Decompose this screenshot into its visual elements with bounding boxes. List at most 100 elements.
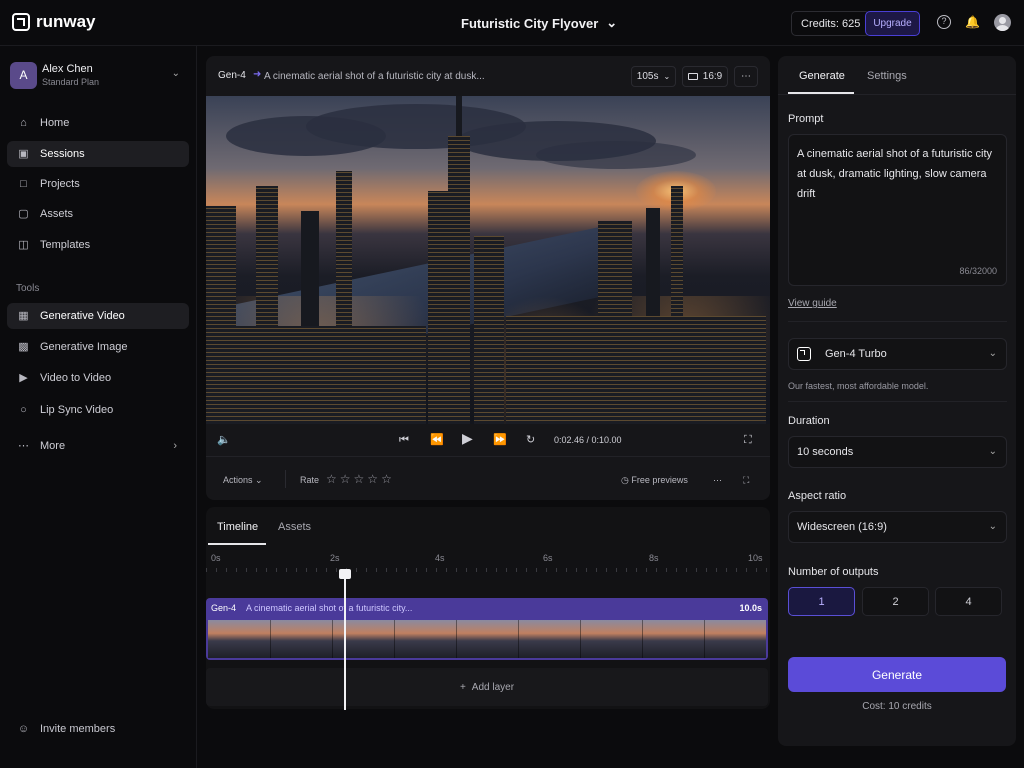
star-icon[interactable]: ☆: [326, 472, 337, 486]
prompt-label: Prompt: [788, 113, 824, 125]
output-count-1[interactable]: 1: [788, 587, 855, 616]
tab-settings[interactable]: Settings: [867, 70, 907, 82]
duration-label: Duration: [788, 415, 830, 427]
player-actions-bar: Actions ⌄ Rate ☆ ☆ ☆ ☆ ☆ ◷ Free previews…: [206, 456, 770, 500]
free-previews-button[interactable]: ◷ Free previews: [621, 475, 688, 486]
brand-logo[interactable]: runway: [12, 12, 96, 32]
chevron-down-icon: ⌄: [663, 72, 671, 81]
image-icon: ▩: [18, 340, 29, 353]
actions-dropdown[interactable]: Actions ⌄: [223, 475, 263, 486]
sidebar-item-label: Sessions: [40, 148, 85, 160]
user-switcher[interactable]: A Alex Chen Standard Plan ⌄: [10, 60, 186, 90]
assets-icon: ▢: [18, 207, 29, 220]
sidebar-item-generative-video[interactable]: ▦ Generative Video: [7, 303, 189, 329]
output-count-2[interactable]: 2: [862, 587, 929, 616]
star-icon[interactable]: ☆: [354, 472, 365, 486]
tab-timeline[interactable]: Timeline: [217, 521, 258, 533]
expand-icon[interactable]: ⛶: [743, 475, 749, 486]
fullscreen-icon[interactable]: ⛶: [744, 434, 752, 446]
time-ruler[interactable]: 0s 2s 4s 6s 8s 10s: [206, 553, 770, 573]
view-guide-link[interactable]: View guide: [788, 298, 837, 309]
aspect-ratio-icon: [687, 73, 698, 80]
player-header: Gen-4 ➜ A cinematic aerial shot of a fut…: [206, 56, 770, 96]
rating-stars: ☆ ☆ ☆ ☆ ☆: [326, 472, 392, 486]
sidebar-item-sessions[interactable]: ▣ Sessions: [7, 141, 189, 167]
star-icon[interactable]: ☆: [381, 472, 392, 486]
upgrade-button[interactable]: Upgrade: [865, 11, 920, 36]
chevron-right-icon: ➜: [253, 69, 262, 80]
timeline-panel: Timeline Assets 0s 2s 4s 6s 8s 10s Gen-4…: [206, 507, 770, 709]
video-preview[interactable]: [206, 96, 770, 424]
more-options-button[interactable]: ⋯: [734, 66, 758, 87]
skip-back-icon[interactable]: ⏮: [399, 434, 409, 446]
profile-avatar[interactable]: [994, 14, 1011, 31]
ellipsis-icon: ⋯: [741, 71, 751, 82]
ellipsis-icon[interactable]: ⋯: [713, 475, 722, 486]
rewind-icon[interactable]: ⏪: [430, 434, 444, 446]
clip-duration: 10.0s: [739, 603, 762, 613]
sidebar-item-label: Projects: [40, 178, 80, 190]
sidebar-item-label: More: [40, 440, 66, 452]
tick-label: 4s: [435, 553, 445, 563]
tick-label: 10s: [748, 553, 763, 563]
loop-icon[interactable]: ↻: [526, 434, 535, 446]
tab-assets[interactable]: Assets: [278, 521, 311, 533]
credits-display: Credits: 625: [791, 11, 871, 36]
aspect-ratio-button[interactable]: 16:9: [682, 66, 728, 87]
duration-select[interactable]: 10 seconds ⌄: [788, 436, 1007, 468]
sidebar-item-assets[interactable]: ▢ Assets: [7, 201, 189, 227]
sidebar-item-label: Video to Video: [40, 372, 112, 384]
model-select[interactable]: Gen-4 Turbo ⌄: [788, 338, 1007, 370]
ratio-value: 16:9: [702, 71, 723, 82]
fast-forward-icon[interactable]: ⏩: [493, 434, 507, 446]
cost-text: Cost: 10 credits: [862, 701, 932, 712]
ruler-ticks: [206, 568, 770, 572]
plus-icon: +: [459, 681, 466, 693]
building: [474, 236, 504, 424]
add-layer-button[interactable]: + Add layer: [206, 668, 768, 706]
sidebar: A Alex Chen Standard Plan ⌄ ⌂ Home ▣ Ses…: [0, 46, 197, 768]
generate-button[interactable]: Generate: [788, 657, 1006, 692]
timeline-tabs: Timeline Assets: [206, 507, 770, 545]
model-icon: [797, 347, 811, 361]
sidebar-item-more[interactable]: ⋯ More ›: [7, 433, 189, 459]
add-layer-label: Add layer: [471, 681, 515, 693]
play-icon[interactable]: ▶: [462, 431, 473, 445]
sidebar-item-generative-image[interactable]: ▩ Generative Image: [7, 334, 189, 360]
prompt-textarea[interactable]: A cinematic aerial shot of a futuristic …: [788, 134, 1007, 286]
sidebar-item-home[interactable]: ⌂ Home: [7, 110, 189, 136]
sidebar-item-video-to-video[interactable]: ▶ Video to Video: [7, 365, 189, 391]
volume-icon[interactable]: 🔈: [217, 434, 231, 446]
sidebar-item-templates[interactable]: ◫ Templates: [7, 232, 189, 258]
playhead-handle[interactable]: [339, 569, 351, 579]
invite-members-button[interactable]: ☺ Invite members: [7, 716, 189, 742]
timeline-clip[interactable]: Gen-4 A cinematic aerial shot of a futur…: [206, 598, 768, 660]
app-root: runway Futuristic City Flyover ⌄ Credits…: [0, 0, 1024, 768]
length-dropdown[interactable]: 105s ⌄: [631, 66, 676, 87]
star-icon[interactable]: ☆: [367, 472, 378, 486]
chevron-down-icon: ⌄: [171, 68, 180, 79]
divider: [788, 321, 1007, 322]
sidebar-item-lip-sync-video[interactable]: ○ Lip Sync Video: [7, 397, 189, 423]
clip-thumbnails: [208, 620, 766, 658]
aspect-ratio-select[interactable]: Widescreen (16:9) ⌄: [788, 511, 1007, 543]
prompt-breadcrumb: A cinematic aerial shot of a futuristic …: [264, 71, 485, 82]
output-count-4[interactable]: 4: [935, 587, 1002, 616]
sidebar-item-label: Generative Image: [40, 341, 128, 353]
sidebar-item-projects[interactable]: □ Projects: [7, 171, 189, 197]
help-icon[interactable]: ?: [937, 15, 951, 29]
bell-icon[interactable]: 🔔: [965, 15, 980, 29]
invite-label: Invite members: [40, 723, 116, 735]
tab-generate[interactable]: Generate: [799, 70, 845, 82]
chevron-down-icon: ⌄: [988, 521, 997, 532]
building: [206, 206, 236, 424]
model-tag: Gen-4: [218, 70, 246, 81]
tick-label: 2s: [330, 553, 340, 563]
brand-name: runway: [36, 12, 96, 31]
rate-label: Rate: [300, 475, 320, 485]
project-title-dropdown[interactable]: Futuristic City Flyover ⌄: [461, 15, 617, 31]
playhead-line[interactable]: [344, 569, 346, 710]
clip-header: Gen-4 A cinematic aerial shot of a futur…: [206, 598, 768, 618]
chevron-down-icon: ⌄: [988, 348, 997, 359]
star-icon[interactable]: ☆: [340, 472, 351, 486]
